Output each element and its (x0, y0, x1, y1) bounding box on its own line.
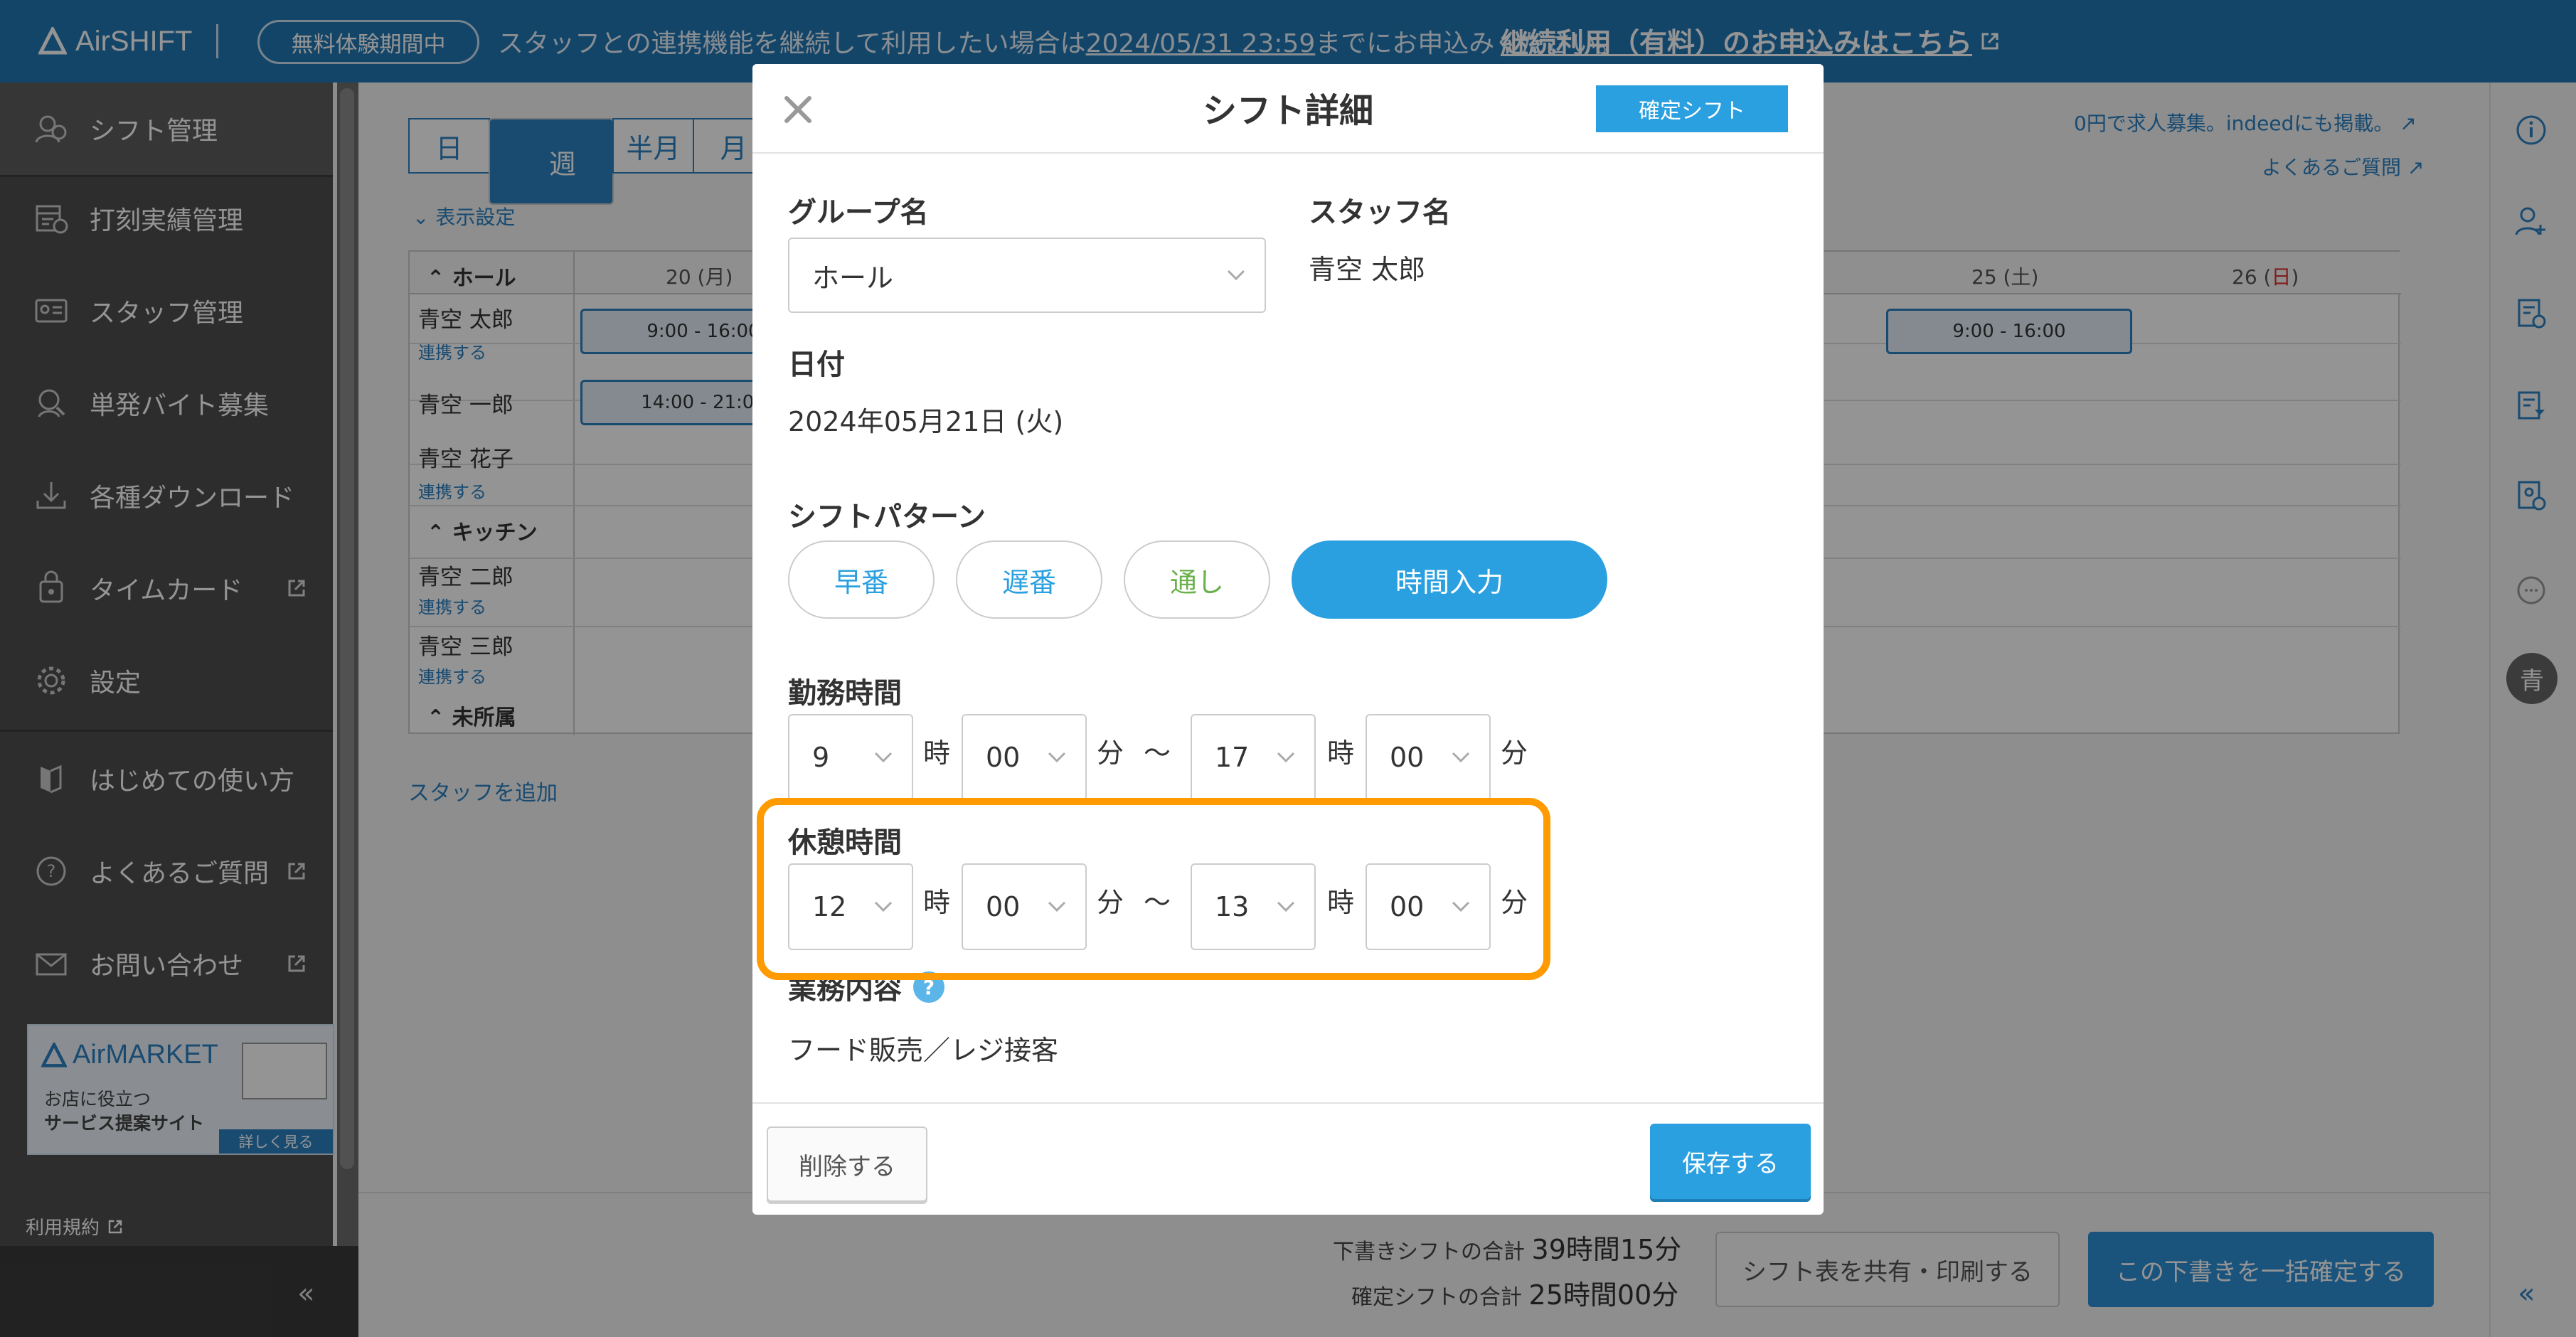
chevron-down-icon (1227, 270, 1245, 281)
select-value: 9 (812, 742, 830, 773)
group-select-value: ホール (812, 262, 894, 294)
work-time-label: 勤務時間 (788, 677, 902, 710)
select-value: 17 (1215, 742, 1250, 773)
modal-header: シフト詳細 確定シフト (752, 64, 1824, 154)
minute-unit: 分 (1501, 737, 1528, 769)
chevron-down-icon (874, 752, 893, 763)
hour-unit: 時 (1327, 737, 1355, 769)
task-value: フード販売／レジ接客 (788, 1035, 1059, 1066)
group-label: グループ名 (788, 196, 929, 229)
modal-footer: 削除する 保存する (752, 1102, 1824, 1215)
chevron-down-icon (1452, 752, 1470, 763)
date-value: 2024年05月21日 (火) (788, 406, 1064, 437)
work-start-hour-select[interactable]: 9 (788, 714, 913, 801)
pattern-time-input-button[interactable]: 時間入力 (1292, 540, 1607, 619)
work-end-minute-select[interactable]: 00 (1366, 714, 1491, 801)
staff-label: スタッフ名 (1309, 196, 1451, 229)
select-value: 00 (986, 742, 1021, 773)
minute-unit: 分 (1097, 737, 1124, 769)
work-end-hour-select[interactable]: 17 (1191, 714, 1316, 801)
chevron-down-icon (1048, 752, 1066, 763)
range-tilde: 〜 (1144, 737, 1171, 769)
status-badge: 確定シフト (1596, 85, 1788, 132)
shift-pattern-label: シフトパターン (788, 501, 986, 533)
staff-value: 青空 太郎 (1309, 254, 1426, 285)
work-start-minute-select[interactable]: 00 (962, 714, 1087, 801)
chevron-down-icon (1277, 752, 1295, 763)
save-button[interactable]: 保存する (1650, 1124, 1811, 1199)
delete-button[interactable]: 削除する (767, 1126, 927, 1202)
hour-unit: 時 (923, 737, 951, 769)
pattern-late-button[interactable]: 遅番 (956, 540, 1102, 619)
shift-detail-modal: シフト詳細 確定シフト グループ名 ホール スタッフ名 青空 太郎 日付 202… (752, 64, 1824, 1215)
highlight-box (757, 798, 1550, 980)
select-value: 00 (1390, 742, 1425, 773)
group-select[interactable]: ホール (788, 238, 1266, 313)
pattern-early-button[interactable]: 早番 (788, 540, 935, 619)
date-label: 日付 (788, 348, 845, 381)
pattern-full-button[interactable]: 通し (1124, 540, 1270, 619)
